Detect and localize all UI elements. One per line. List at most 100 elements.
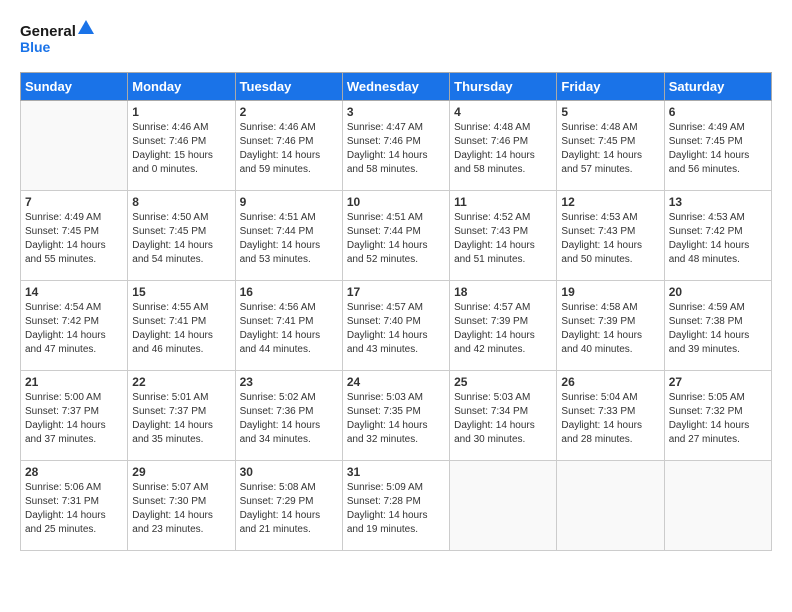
calendar-cell: 21 Sunrise: 5:00 AM Sunset: 7:37 PM Dayli… — [21, 371, 128, 461]
day-content: Sunrise: 4:46 AM Sunset: 7:46 PM Dayligh… — [132, 121, 230, 177]
day-number: 3 — [347, 105, 445, 119]
calendar-cell — [664, 461, 771, 551]
calendar-cell: 30 Sunrise: 5:08 AM Sunset: 7:29 PM Dayli… — [235, 461, 342, 551]
calendar-cell: 1Sunrise: 4:46 AM Sunset: 7:46 PM Daylig… — [128, 101, 235, 191]
day-number: 21 — [25, 375, 123, 389]
calendar-week-4: 21 Sunrise: 5:00 AM Sunset: 7:37 PM Dayli… — [21, 371, 772, 461]
column-header-tuesday: Tuesday — [235, 73, 342, 101]
calendar-cell: 16Sunrise: 4:56 AM Sunset: 7:41 PM Dayli… — [235, 281, 342, 371]
day-number: 27 — [669, 375, 767, 389]
day-number: 10 — [347, 195, 445, 209]
day-number: 22 — [132, 375, 230, 389]
day-content: Sunrise: 5:04 AM Sunset: 7:33 PM Dayligh… — [561, 391, 659, 447]
calendar-cell: 11 Sunrise: 4:52 AM Sunset: 7:43 PM Dayli… — [450, 191, 557, 281]
day-content: Sunrise: 4:49 AM Sunset: 7:45 PM Dayligh… — [669, 121, 767, 177]
day-content: Sunrise: 4:48 AM Sunset: 7:45 PM Dayligh… — [561, 121, 659, 177]
logo-svg: General Blue — [20, 20, 100, 62]
day-content: Sunrise: 4:51 AM Sunset: 7:44 PM Dayligh… — [240, 211, 338, 267]
day-content: Sunrise: 4:58 AM Sunset: 7:39 PM Dayligh… — [561, 301, 659, 357]
calendar-header-row: SundayMondayTuesdayWednesdayThursdayFrid… — [21, 73, 772, 101]
calendar-cell: 19 Sunrise: 4:58 AM Sunset: 7:39 PM Dayli… — [557, 281, 664, 371]
calendar-week-5: 28 Sunrise: 5:06 AM Sunset: 7:31 PM Dayli… — [21, 461, 772, 551]
day-content: Sunrise: 4:49 AM Sunset: 7:45 PM Dayligh… — [25, 211, 123, 267]
day-number: 2 — [240, 105, 338, 119]
day-number: 18 — [454, 285, 552, 299]
day-content: Sunrise: 4:51 AM Sunset: 7:44 PM Dayligh… — [347, 211, 445, 267]
calendar-cell: 12Sunrise: 4:53 AM Sunset: 7:43 PM Dayli… — [557, 191, 664, 281]
day-number: 6 — [669, 105, 767, 119]
day-content: Sunrise: 5:03 AM Sunset: 7:34 PM Dayligh… — [454, 391, 552, 447]
svg-text:Blue: Blue — [20, 39, 51, 55]
calendar-cell: 17 Sunrise: 4:57 AM Sunset: 7:40 PM Dayli… — [342, 281, 449, 371]
calendar-cell — [450, 461, 557, 551]
day-number: 11 — [454, 195, 552, 209]
day-number: 29 — [132, 465, 230, 479]
calendar-cell: 7 Sunrise: 4:49 AM Sunset: 7:45 PM Daylig… — [21, 191, 128, 281]
day-content: Sunrise: 5:08 AM Sunset: 7:29 PM Dayligh… — [240, 481, 338, 537]
day-number: 30 — [240, 465, 338, 479]
calendar-cell: 23 Sunrise: 5:02 AM Sunset: 7:36 PM Dayli… — [235, 371, 342, 461]
day-content: Sunrise: 4:54 AM Sunset: 7:42 PM Dayligh… — [25, 301, 123, 357]
day-content: Sunrise: 4:55 AM Sunset: 7:41 PM Dayligh… — [132, 301, 230, 357]
day-number: 7 — [25, 195, 123, 209]
day-number: 17 — [347, 285, 445, 299]
day-number: 31 — [347, 465, 445, 479]
day-content: Sunrise: 4:48 AM Sunset: 7:46 PM Dayligh… — [454, 121, 552, 177]
column-header-saturday: Saturday — [664, 73, 771, 101]
calendar-cell: 15 Sunrise: 4:55 AM Sunset: 7:41 PM Dayli… — [128, 281, 235, 371]
calendar-cell: 20Sunrise: 4:59 AM Sunset: 7:38 PM Dayli… — [664, 281, 771, 371]
day-content: Sunrise: 4:47 AM Sunset: 7:46 PM Dayligh… — [347, 121, 445, 177]
day-number: 15 — [132, 285, 230, 299]
day-content: Sunrise: 5:00 AM Sunset: 7:37 PM Dayligh… — [25, 391, 123, 447]
calendar-cell: 24 Sunrise: 5:03 AM Sunset: 7:35 PM Dayli… — [342, 371, 449, 461]
calendar-cell — [21, 101, 128, 191]
calendar-cell: 8 Sunrise: 4:50 AM Sunset: 7:45 PM Daylig… — [128, 191, 235, 281]
day-content: Sunrise: 4:56 AM Sunset: 7:41 PM Dayligh… — [240, 301, 338, 357]
calendar-cell: 10 Sunrise: 4:51 AM Sunset: 7:44 PM Dayli… — [342, 191, 449, 281]
calendar-cell: 27 Sunrise: 5:05 AM Sunset: 7:32 PM Dayli… — [664, 371, 771, 461]
day-number: 13 — [669, 195, 767, 209]
calendar-week-1: 1Sunrise: 4:46 AM Sunset: 7:46 PM Daylig… — [21, 101, 772, 191]
day-number: 9 — [240, 195, 338, 209]
day-content: Sunrise: 4:50 AM Sunset: 7:45 PM Dayligh… — [132, 211, 230, 267]
calendar-cell: 9 Sunrise: 4:51 AM Sunset: 7:44 PM Daylig… — [235, 191, 342, 281]
day-number: 25 — [454, 375, 552, 389]
day-content: Sunrise: 5:03 AM Sunset: 7:35 PM Dayligh… — [347, 391, 445, 447]
calendar-week-2: 7 Sunrise: 4:49 AM Sunset: 7:45 PM Daylig… — [21, 191, 772, 281]
calendar-cell: 4Sunrise: 4:48 AM Sunset: 7:46 PM Daylig… — [450, 101, 557, 191]
day-content: Sunrise: 5:07 AM Sunset: 7:30 PM Dayligh… — [132, 481, 230, 537]
day-content: Sunrise: 4:53 AM Sunset: 7:43 PM Dayligh… — [561, 211, 659, 267]
day-number: 26 — [561, 375, 659, 389]
calendar-cell: 28 Sunrise: 5:06 AM Sunset: 7:31 PM Dayli… — [21, 461, 128, 551]
day-content: Sunrise: 5:06 AM Sunset: 7:31 PM Dayligh… — [25, 481, 123, 537]
day-number: 28 — [25, 465, 123, 479]
calendar-cell: 6 Sunrise: 4:49 AM Sunset: 7:45 PM Daylig… — [664, 101, 771, 191]
day-content: Sunrise: 5:02 AM Sunset: 7:36 PM Dayligh… — [240, 391, 338, 447]
calendar-cell: 2 Sunrise: 4:46 AM Sunset: 7:46 PM Daylig… — [235, 101, 342, 191]
column-header-sunday: Sunday — [21, 73, 128, 101]
logo: General Blue — [20, 20, 100, 62]
day-number: 5 — [561, 105, 659, 119]
day-number: 20 — [669, 285, 767, 299]
day-content: Sunrise: 4:57 AM Sunset: 7:40 PM Dayligh… — [347, 301, 445, 357]
day-content: Sunrise: 4:52 AM Sunset: 7:43 PM Dayligh… — [454, 211, 552, 267]
day-number: 23 — [240, 375, 338, 389]
calendar-cell: 29 Sunrise: 5:07 AM Sunset: 7:30 PM Dayli… — [128, 461, 235, 551]
svg-text:General: General — [20, 23, 76, 40]
calendar-week-3: 14 Sunrise: 4:54 AM Sunset: 7:42 PM Dayli… — [21, 281, 772, 371]
calendar-cell: 26 Sunrise: 5:04 AM Sunset: 7:33 PM Dayli… — [557, 371, 664, 461]
day-content: Sunrise: 5:09 AM Sunset: 7:28 PM Dayligh… — [347, 481, 445, 537]
day-content: Sunrise: 4:46 AM Sunset: 7:46 PM Dayligh… — [240, 121, 338, 177]
day-number: 19 — [561, 285, 659, 299]
day-number: 8 — [132, 195, 230, 209]
day-content: Sunrise: 5:05 AM Sunset: 7:32 PM Dayligh… — [669, 391, 767, 447]
calendar-cell: 3 Sunrise: 4:47 AM Sunset: 7:46 PM Daylig… — [342, 101, 449, 191]
page-header: General Blue — [20, 20, 772, 62]
calendar-cell: 5 Sunrise: 4:48 AM Sunset: 7:45 PM Daylig… — [557, 101, 664, 191]
calendar-cell: 25 Sunrise: 5:03 AM Sunset: 7:34 PM Dayli… — [450, 371, 557, 461]
day-number: 14 — [25, 285, 123, 299]
day-number: 24 — [347, 375, 445, 389]
day-content: Sunrise: 4:57 AM Sunset: 7:39 PM Dayligh… — [454, 301, 552, 357]
calendar-cell: 31 Sunrise: 5:09 AM Sunset: 7:28 PM Dayli… — [342, 461, 449, 551]
calendar-cell — [557, 461, 664, 551]
